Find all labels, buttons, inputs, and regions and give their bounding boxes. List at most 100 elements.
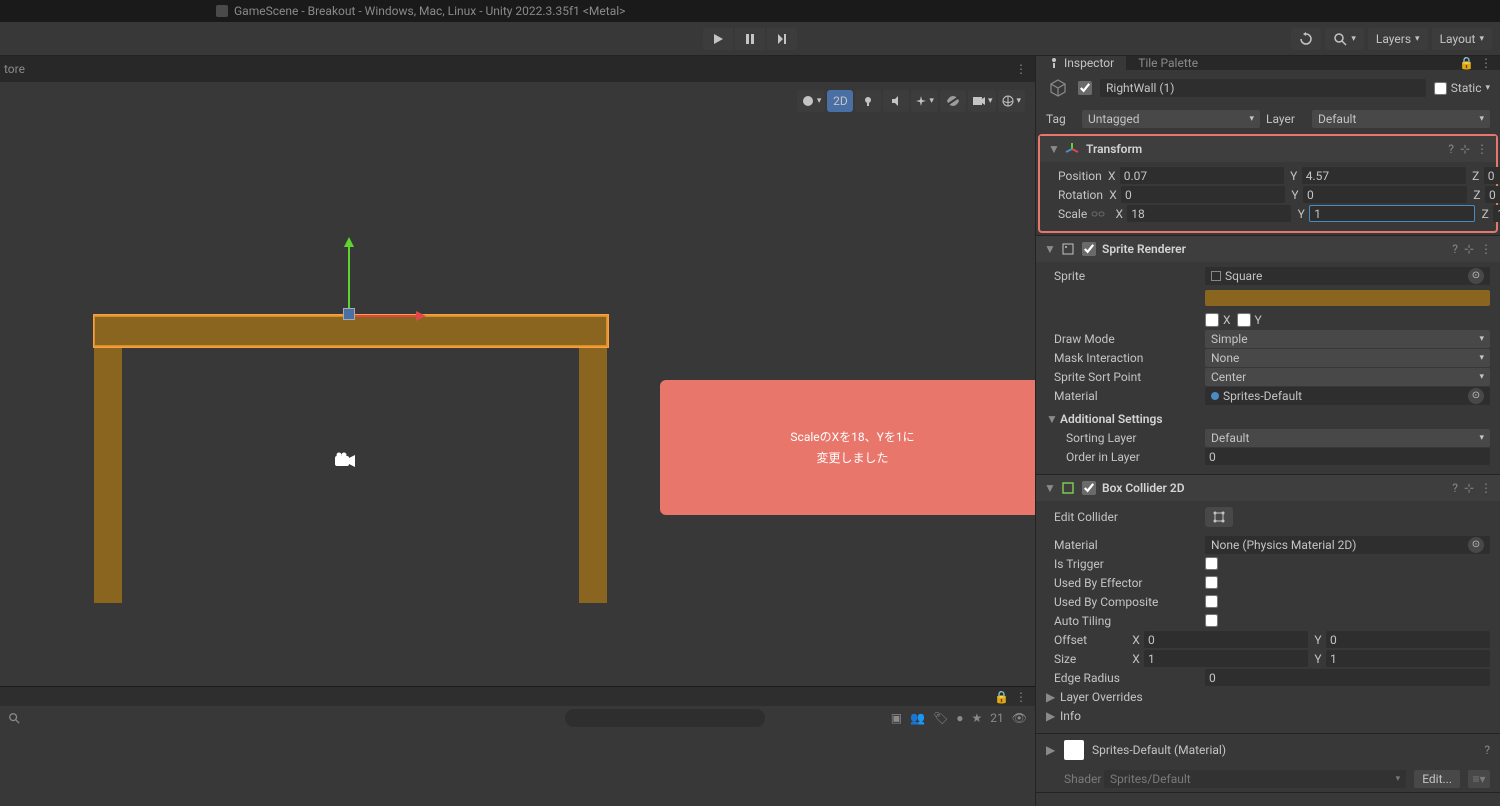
position-y-input[interactable]	[1302, 167, 1466, 184]
shading-mode-button[interactable]: ▾	[797, 90, 826, 112]
mask-dropdown[interactable]: None▾	[1205, 349, 1490, 367]
gizmo-x-axis[interactable]	[348, 315, 423, 317]
warning-icon[interactable]: ●	[956, 711, 963, 725]
edge-radius-input[interactable]	[1205, 669, 1490, 686]
layer-dropdown[interactable]: Default▾	[1312, 110, 1490, 128]
order-in-layer-input[interactable]	[1205, 448, 1490, 465]
2d-toggle-button[interactable]: 2D	[827, 90, 853, 112]
flip-x-checkbox[interactable]	[1205, 313, 1219, 327]
scene-viewport[interactable]: ▾ 2D ▾ ▾ ▾	[0, 82, 1035, 806]
fold-icon[interactable]: ▼	[1044, 242, 1054, 256]
fold-icon[interactable]: ▼	[1044, 481, 1054, 495]
tab-menu-icon[interactable]: ⋮	[1015, 62, 1035, 76]
fold-icon[interactable]: ▶	[1046, 709, 1056, 723]
gameobject-icon[interactable]	[1046, 76, 1070, 100]
preset-icon[interactable]: ⊹	[1460, 142, 1470, 156]
position-z-input[interactable]	[1484, 167, 1500, 184]
used-by-effector-checkbox[interactable]	[1205, 576, 1218, 589]
shader-dropdown[interactable]: Sprites/Default▾	[1104, 770, 1406, 788]
audio-toggle[interactable]	[883, 90, 909, 112]
transform-header[interactable]: ▼ Transform ?⊹⋮	[1040, 136, 1496, 162]
search-icon[interactable]	[8, 712, 20, 724]
lock-icon[interactable]: 🔒	[1459, 56, 1474, 70]
material-section[interactable]: ▶ Sprites-Default (Material) ?	[1036, 733, 1500, 766]
drawmode-dropdown[interactable]: Simple▾	[1205, 330, 1490, 348]
gizmo-center[interactable]	[343, 308, 355, 320]
material-picker-icon[interactable]: ⊙	[1468, 388, 1484, 404]
used-by-composite-checkbox[interactable]	[1205, 595, 1218, 608]
rotation-x-input[interactable]	[1121, 186, 1285, 203]
sprite-field[interactable]: Square⊙	[1205, 267, 1490, 285]
sortpoint-dropdown[interactable]: Center▾	[1205, 368, 1490, 386]
help-icon[interactable]: ?	[1448, 142, 1454, 156]
constrain-proportions-icon[interactable]	[1091, 209, 1105, 219]
play-button[interactable]	[703, 28, 733, 50]
flip-y-checkbox[interactable]	[1237, 313, 1251, 327]
tag-dropdown[interactable]: Untagged▾	[1082, 110, 1260, 128]
size-y-input[interactable]	[1326, 650, 1490, 667]
shader-lines-button[interactable]: ≡▾	[1468, 770, 1490, 788]
tag-icon[interactable]: 🏷	[933, 711, 948, 725]
layout-dropdown[interactable]: Layout▾	[1432, 28, 1492, 50]
physics-material-picker-icon[interactable]: ⊙	[1468, 537, 1484, 553]
preset-icon[interactable]: ⊹	[1464, 481, 1474, 495]
panel-menu-icon[interactable]: ⋮	[1015, 690, 1027, 704]
menu-icon[interactable]: ⋮	[1476, 142, 1488, 156]
gizmos-button[interactable]: ▾	[998, 90, 1025, 112]
project-search-input[interactable]	[565, 709, 765, 727]
hidden-icon[interactable]: 👁	[1012, 711, 1027, 725]
fold-icon[interactable]: ▼	[1048, 142, 1058, 156]
fx-toggle[interactable]: ▾	[911, 90, 938, 112]
scale-z-input[interactable]	[1493, 205, 1500, 222]
position-x-input[interactable]	[1120, 167, 1284, 184]
people-icon[interactable]: 👥	[910, 711, 925, 725]
gameobject-name-input[interactable]	[1100, 79, 1426, 97]
pause-button[interactable]	[735, 28, 765, 50]
sprite-renderer-header[interactable]: ▼ Sprite Renderer ?⊹⋮	[1036, 236, 1500, 262]
material-field[interactable]: Sprites-Default⊙	[1205, 387, 1490, 405]
static-dropdown[interactable]: Static ▾	[1434, 81, 1490, 95]
is-trigger-checkbox[interactable]	[1205, 557, 1218, 570]
undo-history-button[interactable]	[1291, 28, 1321, 50]
physics-material-field[interactable]: None (Physics Material 2D)⊙	[1205, 536, 1490, 554]
sorting-layer-dropdown[interactable]: Default▾	[1205, 429, 1490, 447]
fold-icon[interactable]: ▶	[1046, 743, 1056, 757]
search-button[interactable]: ▾	[1325, 28, 1364, 50]
edit-shader-button[interactable]: Edit...	[1414, 770, 1460, 788]
layers-dropdown[interactable]: Layers▾	[1368, 28, 1428, 50]
menu-icon[interactable]: ⋮	[1480, 481, 1492, 495]
help-icon[interactable]: ?	[1484, 743, 1490, 757]
help-icon[interactable]: ?	[1452, 481, 1458, 495]
sprite-picker-icon[interactable]: ⊙	[1468, 268, 1484, 284]
fold-icon[interactable]: ▼	[1046, 412, 1056, 426]
rotation-y-input[interactable]	[1303, 186, 1467, 203]
box-collider-header[interactable]: ▼ Box Collider 2D ?⊹⋮	[1036, 475, 1500, 501]
step-button[interactable]	[767, 28, 797, 50]
camera-gizmo-icon[interactable]	[333, 452, 357, 470]
gameobject-active-checkbox[interactable]	[1078, 81, 1092, 95]
auto-tiling-checkbox[interactable]	[1205, 614, 1218, 627]
static-checkbox[interactable]	[1434, 82, 1447, 95]
edit-collider-button[interactable]	[1205, 507, 1233, 527]
menu-icon[interactable]: ⋮	[1480, 242, 1492, 256]
size-x-input[interactable]	[1144, 650, 1308, 667]
tab-tile-palette[interactable]: Tile Palette	[1126, 56, 1210, 70]
star-icon[interactable]: ★	[972, 711, 983, 725]
preset-icon[interactable]: ⊹	[1464, 242, 1474, 256]
tab-inspector[interactable]: Inspector	[1036, 56, 1126, 70]
gizmo-y-axis[interactable]	[348, 240, 350, 315]
offset-x-input[interactable]	[1144, 631, 1308, 648]
scale-y-input[interactable]	[1309, 205, 1475, 222]
scale-x-input[interactable]	[1127, 205, 1291, 222]
visibility-toggle[interactable]	[940, 90, 966, 112]
fold-icon[interactable]: ▶	[1046, 690, 1056, 704]
rotation-z-input[interactable]	[1485, 186, 1500, 203]
lighting-toggle[interactable]	[855, 90, 881, 112]
project-content[interactable]	[0, 730, 1035, 806]
color-field[interactable]	[1205, 290, 1490, 306]
camera-button[interactable]: ▾	[968, 90, 997, 112]
box-collider-enabled[interactable]	[1082, 481, 1096, 495]
offset-y-input[interactable]	[1326, 631, 1490, 648]
filter-icon[interactable]: ▣	[891, 711, 902, 725]
panel-menu-icon[interactable]: ⋮	[1480, 56, 1492, 70]
